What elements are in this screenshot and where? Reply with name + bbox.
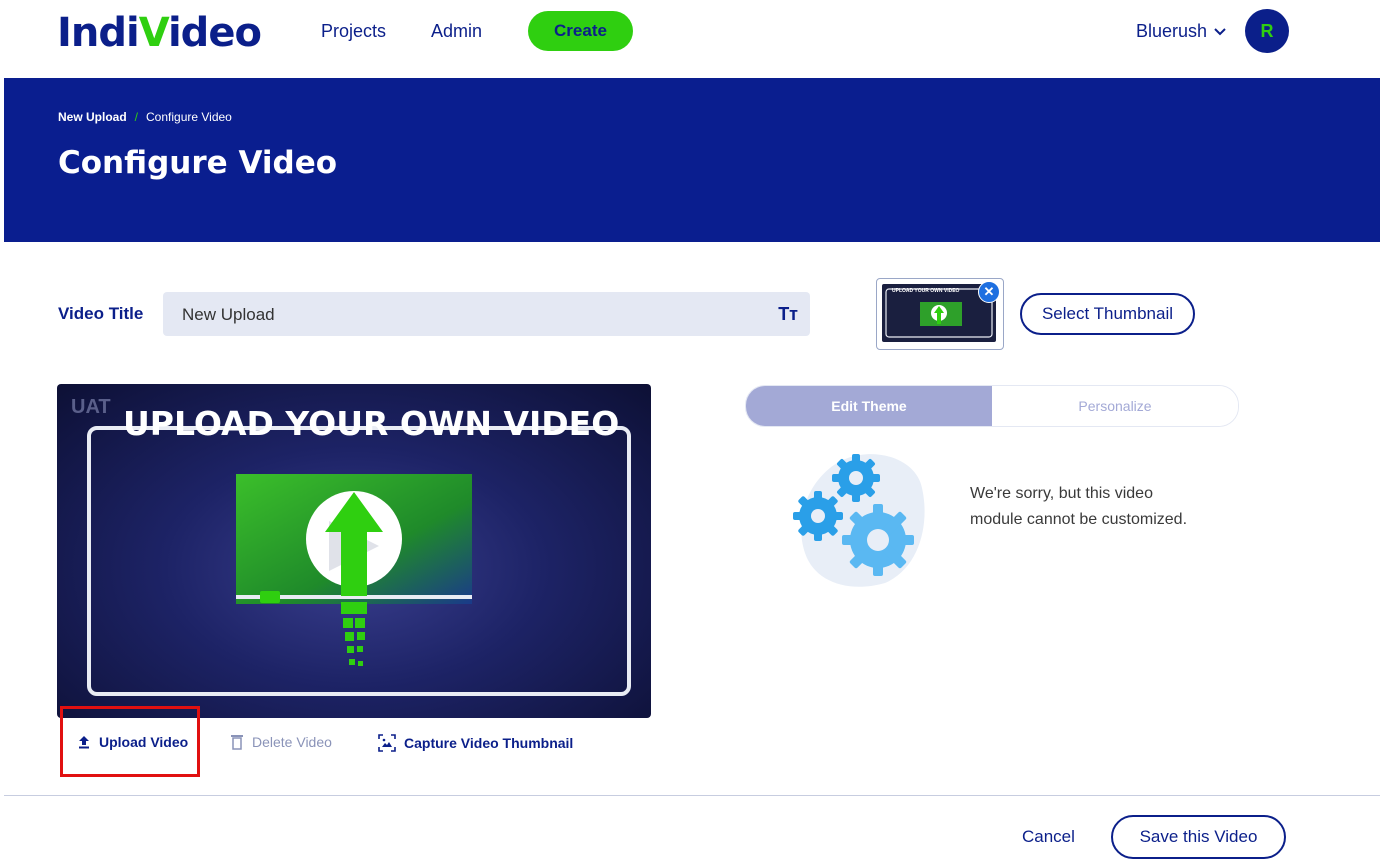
capture-video-thumbnail-label: Capture Video Thumbnail xyxy=(404,735,574,751)
trash-icon xyxy=(231,735,243,750)
save-video-button[interactable]: Save this Video xyxy=(1111,815,1286,859)
video-title-label: Video Title xyxy=(58,304,144,323)
breadcrumb-new-upload[interactable]: New Upload xyxy=(58,110,127,124)
capture-video-thumbnail-button[interactable]: Capture Video Thumbnail xyxy=(378,734,573,752)
tab-personalize[interactable]: Personalize xyxy=(992,386,1238,426)
page-title: Configure Video xyxy=(58,145,338,181)
footer-divider xyxy=(4,795,1380,796)
individeo-logo[interactable]: IndiVideo xyxy=(57,10,262,56)
delete-video-label: Delete Video xyxy=(252,734,332,750)
upload-video-highlight xyxy=(60,706,200,777)
breadcrumb-separator: / xyxy=(134,110,139,124)
not-customizable-message: We're sorry, but this video module canno… xyxy=(970,485,1188,528)
thumbnail-text: UPLOAD YOUR OWN VIDEO xyxy=(892,288,960,294)
upload-video-illustration xyxy=(236,474,472,666)
create-button[interactable]: Create xyxy=(528,11,633,51)
video-preview[interactable]: UAT UPLOAD YOUR OWN VIDEO xyxy=(57,384,651,718)
video-title-field[interactable]: Tт xyxy=(163,292,810,338)
select-thumbnail-button[interactable]: Select Thumbnail xyxy=(1020,293,1195,335)
nav-admin[interactable]: Admin xyxy=(431,21,482,42)
gears-icon xyxy=(793,454,925,587)
text-format-icon[interactable]: Tт xyxy=(778,304,798,325)
chevron-down-icon xyxy=(1214,27,1226,35)
cancel-button[interactable]: Cancel xyxy=(1022,827,1075,847)
avatar[interactable]: R xyxy=(1245,9,1289,53)
page-header-banner: New Upload / Configure Video Configure Vid… xyxy=(4,78,1380,242)
theme-tabs: Edit Theme Personalize xyxy=(745,385,1239,427)
video-title-input[interactable] xyxy=(180,292,764,338)
delete-video-button[interactable]: Delete Video xyxy=(230,734,332,750)
tab-edit-theme[interactable]: Edit Theme xyxy=(746,386,992,426)
breadcrumb-configure-video: Configure Video xyxy=(146,110,232,124)
remove-thumbnail-close-icon[interactable]: ✕ xyxy=(978,281,1000,303)
account-name: Bluerush xyxy=(1136,21,1208,41)
capture-thumbnail-icon xyxy=(378,734,396,752)
top-navbar: IndiVideo Projects Admin Create Bluerush… xyxy=(0,0,1384,78)
nav-projects[interactable]: Projects xyxy=(321,21,386,42)
account-dropdown[interactable]: Bluerush xyxy=(1136,21,1227,42)
breadcrumb: New Upload / Configure Video xyxy=(58,110,232,124)
